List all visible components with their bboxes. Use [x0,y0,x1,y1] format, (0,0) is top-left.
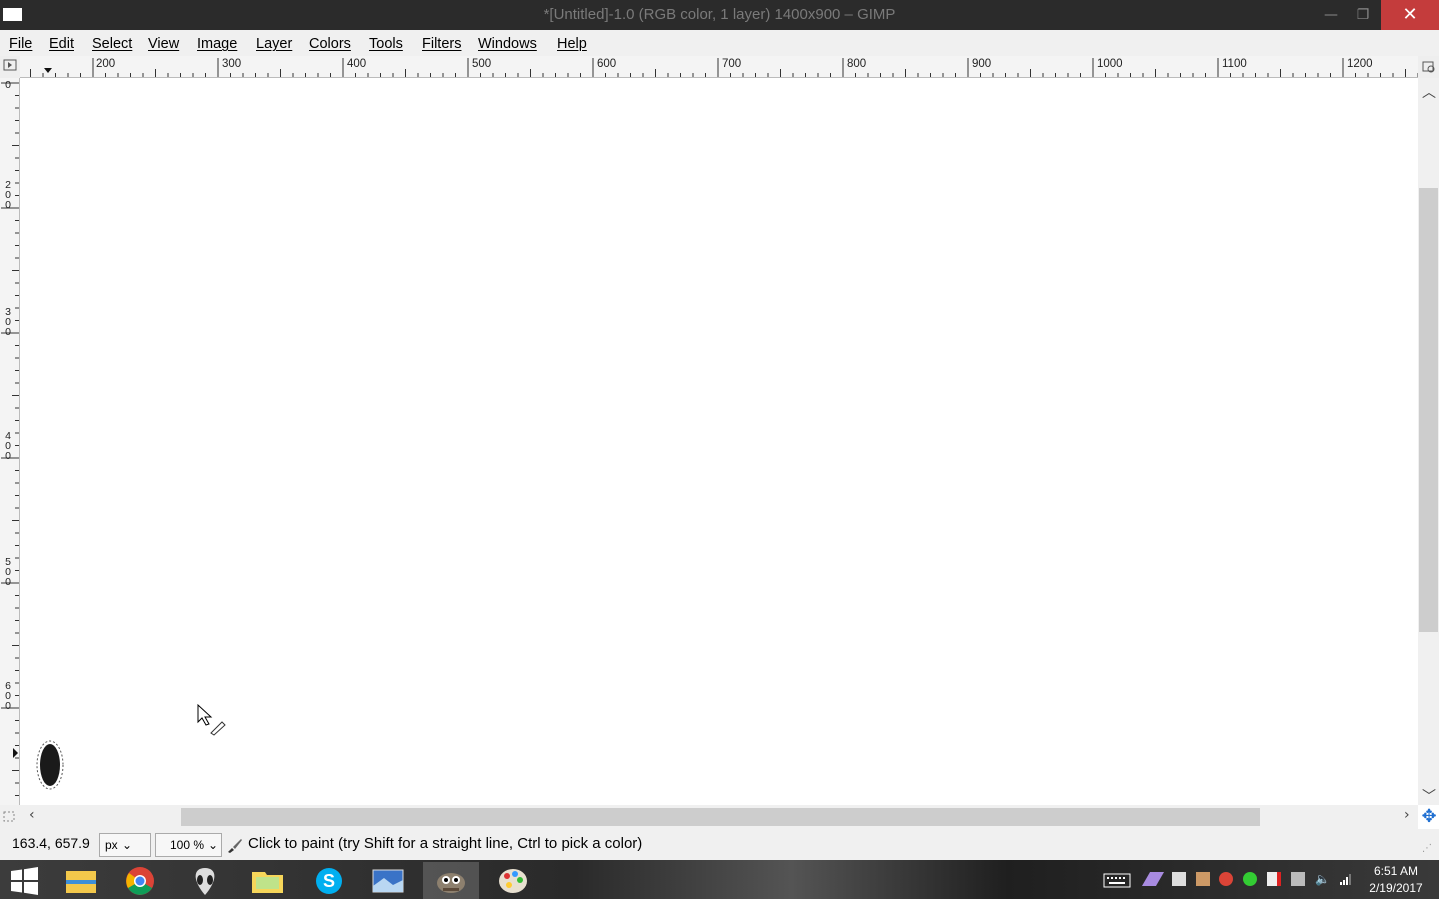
ruler-label: 500 [5,556,11,588]
alienware-icon[interactable] [177,862,233,899]
chevron-down-icon: ⌄ [207,838,218,852]
mouse-cursor-icon [197,703,213,726]
pointer-marker-icon [44,68,52,73]
network-icon[interactable] [1339,872,1353,886]
menu-help[interactable]: Help [557,34,587,54]
photo-viewer-icon[interactable] [360,862,416,899]
pointer-coordinates: 163.4, 657.9 [12,835,90,851]
scroll-down-arrow-icon[interactable]: ﹀ [1422,786,1436,806]
chevron-down-icon: ⌄ [121,838,132,852]
menu-view[interactable]: View [148,34,179,54]
vertical-ruler[interactable]: 0 200 300 400 500 600 [0,78,20,805]
scroll-right-arrow-icon[interactable]: › [1404,807,1410,823]
ruler-corner-button[interactable] [0,56,20,78]
resize-grip-icon[interactable]: ⋰ [1422,843,1436,857]
unit-value: px [105,838,118,852]
ruler-label: 900 [972,58,992,70]
ruler-label: 800 [847,58,867,70]
ruler-label: 300 [222,58,242,70]
horizontal-scrollbar-thumb[interactable] [181,808,1260,826]
keyboard-icon[interactable] [1103,872,1131,889]
menu-image[interactable]: Image [197,34,237,54]
maximize-button[interactable]: ❐ [1340,0,1386,30]
folder-icon[interactable] [239,862,295,899]
ruler-label: 700 [722,58,742,70]
zoom-select[interactable]: 100 % ⌄ [155,833,222,857]
horizontal-ruler[interactable]: 200 300 400 500 600 700 800 900 1000 110… [20,56,1418,78]
paint-icon[interactable] [485,862,541,899]
tray-app-icon[interactable] [1196,872,1210,886]
navigate-move-icon[interactable]: ✥ [1419,807,1439,827]
vertical-scrollbar-thumb[interactable] [1419,188,1438,632]
clock-time[interactable]: 6:51 AM [1365,864,1427,878]
paintbrush-cursor-icon [210,721,226,736]
zoom-value: 100 % [170,838,205,852]
ruler-label: 500 [472,58,492,70]
quick-mask-toggle[interactable] [0,805,20,829]
menu-windows[interactable]: Windows [478,34,537,54]
ruler-label: 400 [347,58,367,70]
tray-app-icon[interactable] [1243,872,1257,886]
pointer-marker-icon [13,748,18,758]
paintbrush-icon [226,836,244,854]
clock-date[interactable]: 2/19/2017 [1365,881,1427,895]
unit-select[interactable]: px ⌄ [99,833,151,857]
action-center-icon[interactable] [1267,872,1281,886]
tray-app-icon[interactable] [1172,872,1186,886]
scroll-left-arrow-icon[interactable]: ‹ [29,807,35,823]
file-explorer-icon[interactable] [55,862,111,899]
menu-select[interactable]: Select [92,34,132,54]
ruler-label: 1200 [1347,58,1373,70]
menu-edit[interactable]: Edit [49,34,74,54]
ruler-label: 400 [5,430,11,462]
ruler-label: 600 [597,58,617,70]
scroll-up-arrow-icon[interactable]: ︿ [1422,82,1436,102]
chrome-tray-icon[interactable] [1219,872,1233,886]
ruler-label: 200 [5,179,11,211]
status-message: Click to paint (try Shift for a straight… [248,835,643,852]
start-icon[interactable] [0,862,56,899]
menu-file[interactable]: File [9,34,32,54]
menu-colors[interactable]: Colors [309,34,351,54]
gimp-icon[interactable] [423,862,479,899]
ruler-label: 300 [5,306,11,338]
ruler-label: 600 [5,680,11,712]
close-button[interactable]: ✕ [1381,0,1439,30]
svg-text:S: S [323,871,335,891]
ruler-label: 200 [96,58,116,70]
window-title: *[Untitled]-1.0 (RGB color, 1 layer) 140… [543,6,896,23]
menu-layer[interactable]: Layer [256,34,292,54]
menu-filters[interactable]: Filters [422,34,461,54]
paint-stroke [40,744,60,786]
chrome-icon[interactable] [115,862,171,899]
battery-icon[interactable] [1291,872,1305,886]
ruler-label: 1000 [1097,58,1123,70]
image-canvas[interactable] [20,78,1418,805]
volume-icon[interactable]: 🔈 [1315,872,1330,886]
menu-bar: File Edit Select View Image Layer Colors… [0,30,1439,56]
ruler-label: 0 [5,79,11,91]
skype-icon[interactable]: S [301,862,357,899]
ruler-label: 1100 [1222,58,1247,70]
menu-tools[interactable]: Tools [369,34,403,54]
navigate-icon[interactable] [1418,56,1439,78]
